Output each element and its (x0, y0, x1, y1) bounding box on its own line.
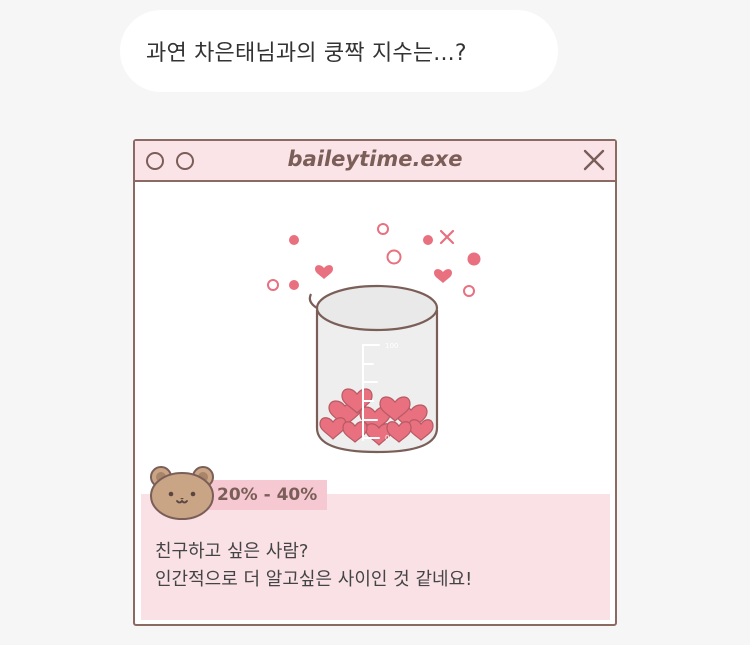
app-window: baileytime.exe 100 0 친구하고 싶은 사람? 인간적으로 더… (133, 139, 617, 626)
scale-min-label: 0 (385, 434, 389, 442)
window-title: baileytime.exe (287, 147, 463, 171)
chat-bubble: 과연 차은태님과의 쿵짝 지수는...? (120, 10, 558, 92)
scale-max-label: 100 (385, 342, 398, 350)
result-description: 친구하고 싶은 사람? 인간적으로 더 알고싶은 사이인 것 같네요! (155, 538, 472, 594)
score-range-badge: 20% - 40% (207, 480, 328, 510)
result-line-2: 인간적으로 더 알고싶은 사이인 것 같네요! (155, 569, 473, 590)
close-icon[interactable] (582, 148, 606, 172)
result-line-1: 친구하고 싶은 사람? (155, 541, 309, 562)
heart-icon (434, 269, 452, 283)
title-bar: baileytime.exe (135, 141, 615, 182)
bear-icon (150, 466, 214, 520)
chat-message: 과연 차은태님과의 쿵짝 지수는...? (146, 41, 467, 66)
heart-icon (315, 265, 333, 279)
beaker-illustration: 100 0 (267, 223, 481, 454)
beaker-icon: 100 0 (308, 284, 439, 454)
